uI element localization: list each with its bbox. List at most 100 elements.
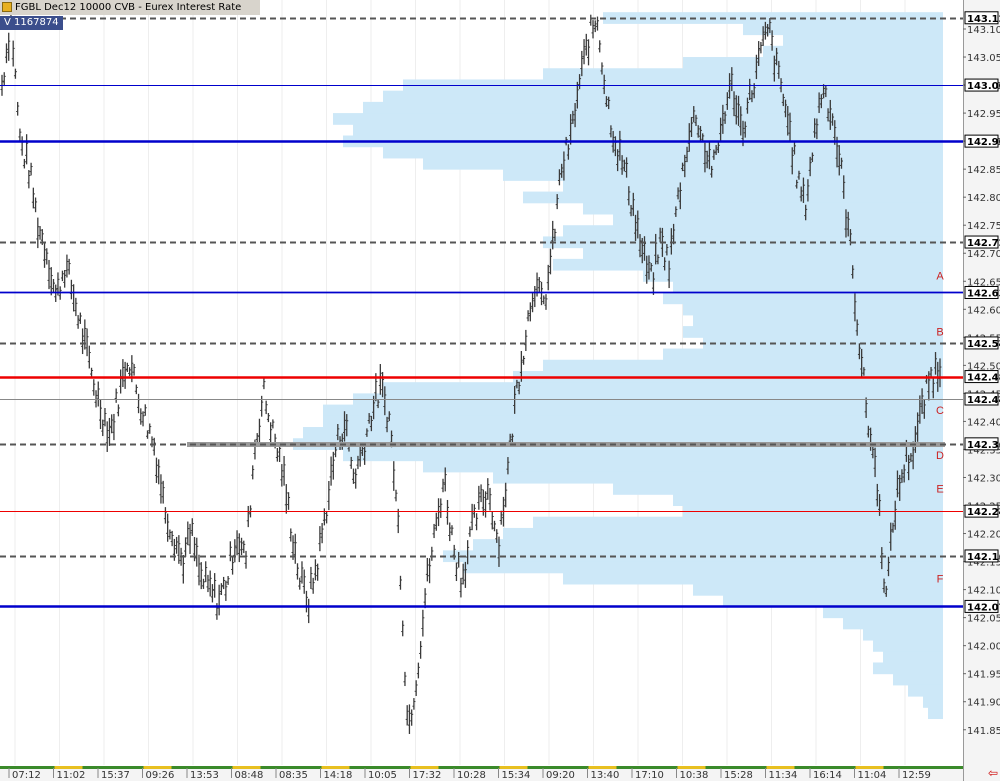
- profile-bar: [463, 561, 943, 574]
- volume-label: V 1167874: [0, 16, 63, 30]
- profile-bar: [543, 68, 943, 80]
- y-tick-label: 142.10: [967, 586, 1000, 597]
- x-tick-label: 14:18: [324, 770, 353, 781]
- profile-bar: [843, 617, 943, 630]
- y-tick-label: 141.90: [967, 698, 1000, 709]
- profile-bar: [673, 494, 943, 507]
- x-tick-label: 11:34: [769, 770, 798, 781]
- profile-bar: [583, 202, 943, 215]
- level-label: 142.16: [967, 552, 1000, 563]
- session-marker: [54, 766, 83, 769]
- y-tick-label: 142.00: [967, 642, 1000, 653]
- y-tick-label: 142.85: [967, 165, 1000, 176]
- y-tick-label: 143.10: [967, 25, 1000, 36]
- x-tick-label: 07:12: [12, 770, 41, 781]
- y-tick-label: 141.85: [967, 726, 1000, 737]
- profile-bar: [613, 483, 943, 495]
- title-bar: FGBL Dec12 10000 CVB - Eurex Interest Ra…: [0, 0, 260, 15]
- profile-bar: [543, 359, 943, 372]
- profile-bar: [503, 527, 943, 540]
- price-axis: 143.10 143.05 143.00 142.95 142.90 142.85 142.…: [963, 0, 1000, 781]
- x-tick-label: 09:20: [546, 770, 575, 781]
- x-tick-label: 08:35: [279, 770, 308, 781]
- scroll-left-icon[interactable]: ⇦: [988, 767, 998, 779]
- level-label: 142.24: [967, 507, 1000, 518]
- x-tick-label: 11:02: [57, 770, 86, 781]
- profile-bar: [383, 90, 943, 103]
- profile-bar: [613, 213, 943, 226]
- profile-bar: [323, 404, 943, 417]
- profile-bar: [863, 628, 943, 641]
- x-tick-label: 11:04: [858, 770, 887, 781]
- profile-bar: [893, 673, 943, 686]
- profile-bar: [763, 45, 943, 58]
- x-tick-label: 15:37: [101, 770, 130, 781]
- session-marker: [855, 766, 884, 769]
- level-label: 142.90: [967, 137, 1000, 148]
- annotation-C: C: [936, 405, 944, 417]
- x-tick-label: 17:10: [635, 770, 664, 781]
- y-tick-label: 143.05: [967, 53, 1000, 64]
- y-tick-label: 142.75: [967, 221, 1000, 232]
- session-marker: [143, 766, 172, 769]
- chart-window: A B C D E F 143.10 143.05 143.00 142.95 142.90 142.…: [0, 0, 1000, 781]
- y-tick-label: 142.30: [967, 473, 1000, 484]
- x-tick-label: 15:34: [502, 770, 531, 781]
- x-tick-label: 09:26: [146, 770, 175, 781]
- session-marker: [499, 766, 528, 769]
- price-chart[interactable]: A B C D E F 143.10 143.05 143.00 142.95 142.90 142.…: [0, 0, 1000, 781]
- session-marker: [588, 766, 617, 769]
- x-tick-label: 15:28: [724, 770, 753, 781]
- profile-bar: [683, 57, 943, 69]
- x-tick-label: 08:48: [235, 770, 264, 781]
- annotation-F: F: [937, 573, 944, 585]
- level-label: 142.72: [967, 238, 1000, 249]
- profile-bar: [673, 281, 943, 293]
- profile-bar: [423, 460, 943, 473]
- profile-bar: [643, 270, 943, 282]
- level-label: 142.44: [967, 395, 1000, 406]
- x-tick-label: 13:40: [591, 770, 620, 781]
- profile-bar: [383, 146, 943, 159]
- annotation-A: A: [936, 271, 944, 283]
- profile-bar: [663, 348, 943, 361]
- y-tick-label: 141.95: [967, 670, 1000, 681]
- profile-bar: [503, 169, 943, 181]
- profile-bar: [923, 696, 943, 708]
- profile-bar: [563, 180, 943, 193]
- profile-bar: [533, 516, 943, 529]
- annotation-B: B: [936, 327, 943, 339]
- profile-bar: [323, 415, 943, 428]
- annotation-E: E: [936, 484, 943, 496]
- profile-bar: [823, 606, 943, 619]
- y-tick-label: 142.95: [967, 109, 1000, 120]
- level-label: 142.54: [967, 339, 1000, 350]
- x-tick-label: 12:59: [902, 770, 931, 781]
- profile-bar: [683, 303, 943, 316]
- profile-bar: [553, 258, 943, 271]
- profile-bar: [523, 191, 943, 204]
- x-tick-label: 16:14: [813, 770, 842, 781]
- profile-bar: [693, 583, 943, 596]
- profile-bar: [383, 382, 943, 394]
- level-label: 143.12: [967, 14, 1000, 25]
- y-tick-label: 142.80: [967, 193, 1000, 204]
- session-marker: [232, 766, 261, 769]
- annotation-D: D: [936, 450, 944, 462]
- profile-bar: [908, 684, 943, 697]
- session-marker: [766, 766, 795, 769]
- level-label: 142.07: [967, 602, 1000, 613]
- profile-bar: [473, 539, 943, 551]
- profile-bar: [583, 247, 943, 260]
- level-label: 142.36: [967, 440, 1000, 451]
- time-axis: 07:12 11:02 15:37 09:26 13:53 08:48 08:35 14:18…: [0, 766, 963, 781]
- y-tick-label: 142.20: [967, 530, 1000, 541]
- profile-bar: [683, 326, 943, 338]
- profile-bar: [723, 595, 943, 607]
- profile-bar: [693, 314, 943, 327]
- level-label: 142.63: [967, 288, 1000, 299]
- profile-bar: [883, 651, 943, 663]
- level-label: 143.00: [967, 81, 1000, 92]
- profile-bar: [563, 572, 943, 585]
- profile-bar: [343, 449, 943, 462]
